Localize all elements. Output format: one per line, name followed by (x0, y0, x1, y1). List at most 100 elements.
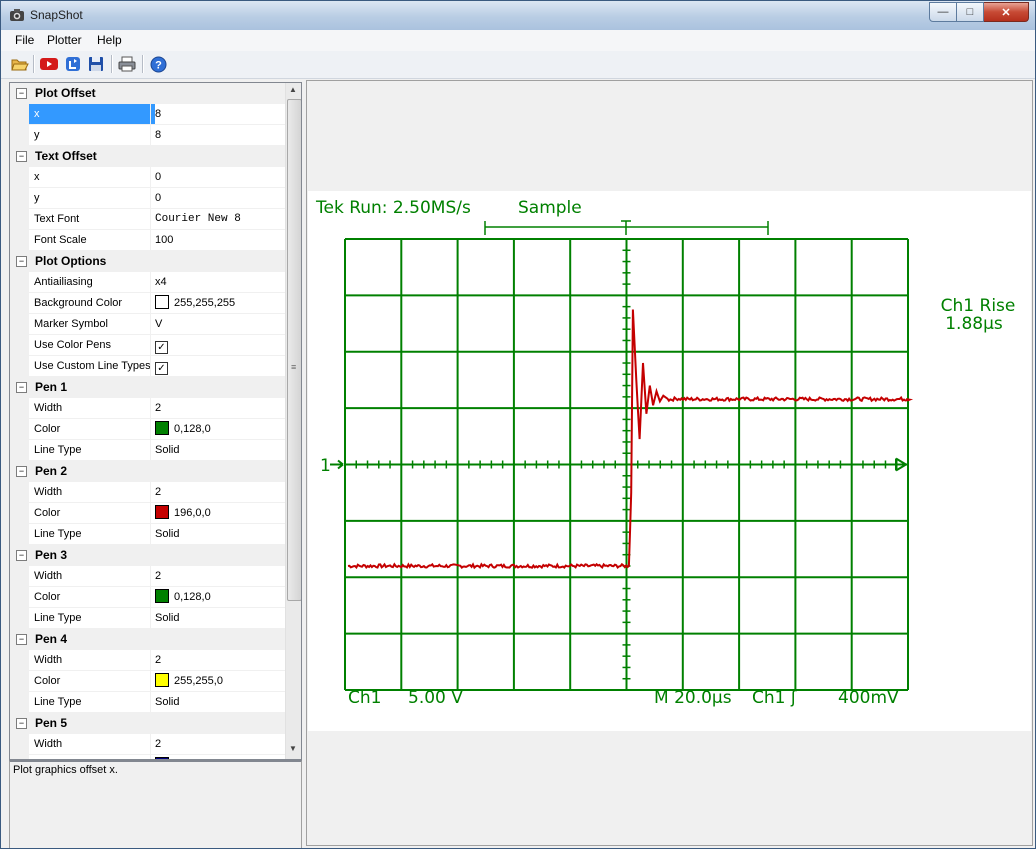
property-row[interactable]: Line Type Solid (10, 608, 285, 629)
open-button[interactable] (11, 55, 29, 73)
property-scrollbar[interactable]: ▲ ≡ ▼ (285, 83, 301, 759)
property-row[interactable]: Width 2 (10, 398, 285, 419)
property-name[interactable]: Width (28, 398, 155, 418)
menu-help[interactable]: Help (97, 33, 122, 47)
property-name[interactable]: y (28, 125, 155, 145)
collapse-icon[interactable]: − (16, 550, 27, 561)
property-row[interactable]: x8 (10, 104, 285, 125)
property-name[interactable]: Color (28, 755, 155, 759)
property-value[interactable]: 100 (150, 230, 285, 250)
property-row[interactable]: Background Color 255,255,255 (10, 293, 285, 314)
property-value[interactable]: x4 (150, 272, 285, 292)
category-row[interactable]: − Text Offset (10, 146, 285, 167)
property-row[interactable]: Width 2 (10, 650, 285, 671)
property-row[interactable]: Width 2 (10, 566, 285, 587)
property-value[interactable]: 2 (150, 734, 285, 754)
property-name[interactable]: Width (28, 482, 155, 502)
collapse-icon[interactable]: − (16, 256, 27, 267)
property-value[interactable]: 2 (150, 650, 285, 670)
property-row[interactable]: Color 0,128,0 (10, 419, 285, 440)
collapse-icon[interactable]: − (16, 466, 27, 477)
category-row[interactable]: − Pen 3 (10, 545, 285, 566)
close-button[interactable]: ✕ (984, 2, 1029, 22)
property-row[interactable]: Use Custom Line Types ✓ (10, 356, 285, 377)
property-row[interactable]: Use Color Pens ✓ (10, 335, 285, 356)
property-value[interactable]: 255,255,255 (150, 293, 285, 313)
help-button[interactable]: ? (149, 55, 167, 73)
property-name[interactable]: Font Scale (28, 230, 155, 250)
property-value[interactable]: 0,128,0 (150, 419, 285, 439)
property-value[interactable]: 0,0,128 (150, 755, 285, 759)
category-row[interactable]: − Pen 4 (10, 629, 285, 650)
category-row[interactable]: − Pen 5 (10, 713, 285, 734)
property-value[interactable]: Solid (150, 692, 285, 712)
property-row[interactable]: Color 196,0,0 (10, 503, 285, 524)
property-value[interactable]: 2 (150, 482, 285, 502)
property-value[interactable]: 0 (150, 188, 285, 208)
property-row[interactable]: Text Font Courier New 8 (10, 209, 285, 230)
property-row[interactable]: Line Type Solid (10, 440, 285, 461)
checkbox[interactable]: ✓ (155, 362, 168, 375)
category-row[interactable]: − Plot Options (10, 251, 285, 272)
property-name[interactable]: Use Color Pens (28, 335, 155, 355)
property-name[interactable]: Use Custom Line Types (28, 356, 155, 376)
property-name[interactable]: Width (28, 734, 155, 754)
property-row[interactable]: Color 255,255,0 (10, 671, 285, 692)
property-name[interactable]: Line Type (28, 608, 155, 628)
property-value[interactable]: Solid (150, 524, 285, 544)
property-name[interactable]: Background Color (28, 293, 155, 313)
property-row[interactable]: Width 2 (10, 482, 285, 503)
property-name[interactable]: Width (28, 650, 155, 670)
property-row[interactable]: Antiailiasing x4 (10, 272, 285, 293)
property-name[interactable]: Color (28, 671, 155, 691)
property-name[interactable]: Color (28, 419, 155, 439)
category-row[interactable]: − Pen 2 (10, 461, 285, 482)
maximize-button[interactable]: □ (957, 2, 984, 22)
property-row[interactable]: Width 2 (10, 734, 285, 755)
menu-plotter[interactable]: Plotter (47, 33, 82, 47)
property-row[interactable]: y0 (10, 188, 285, 209)
property-name[interactable]: Marker Symbol (28, 314, 155, 334)
property-name[interactable]: Line Type (28, 440, 155, 460)
property-name[interactable]: y (28, 188, 155, 208)
youtube-button[interactable] (40, 55, 58, 73)
property-value[interactable]: 8 (150, 125, 285, 145)
property-row[interactable]: Color 0,128,0 (10, 587, 285, 608)
category-row[interactable]: − Plot Offset (10, 83, 285, 104)
property-value[interactable]: 0,128,0 (150, 587, 285, 607)
menu-file[interactable]: File (15, 33, 34, 47)
property-name[interactable]: Color (28, 587, 155, 607)
property-name[interactable]: Line Type (28, 524, 155, 544)
checkbox[interactable]: ✓ (155, 341, 168, 354)
collapse-icon[interactable]: − (16, 151, 27, 162)
property-name[interactable]: Antiailiasing (28, 272, 155, 292)
collapse-icon[interactable]: − (16, 634, 27, 645)
property-name[interactable]: Line Type (28, 692, 155, 712)
property-value[interactable]: ✓ (150, 356, 285, 376)
property-value[interactable]: Solid (150, 608, 285, 628)
property-value[interactable]: 2 (150, 566, 285, 586)
save-button[interactable] (87, 55, 105, 73)
print-button[interactable] (118, 55, 136, 73)
property-value[interactable]: 196,0,0 (150, 503, 285, 523)
scroll-thumb[interactable]: ≡ (287, 99, 301, 601)
property-value[interactable]: 255,255,0 (150, 671, 285, 691)
property-value[interactable]: Solid (150, 440, 285, 460)
minimize-button[interactable]: — (929, 2, 957, 22)
property-row[interactable]: Marker Symbol V (10, 314, 285, 335)
property-name[interactable]: Color (28, 503, 155, 523)
property-row[interactable]: y8 (10, 125, 285, 146)
property-row[interactable]: Line Type Solid (10, 524, 285, 545)
property-value[interactable]: 8 (150, 104, 285, 124)
collapse-icon[interactable]: − (16, 88, 27, 99)
property-value[interactable]: Courier New 8 (150, 209, 285, 229)
property-value[interactable]: 2 (150, 398, 285, 418)
property-name[interactable]: Width (28, 566, 155, 586)
collapse-icon[interactable]: − (16, 382, 27, 393)
title-bar[interactable]: SnapShot — □ ✕ (1, 1, 1035, 30)
property-value[interactable]: V (150, 314, 285, 334)
collapse-icon[interactable]: − (16, 718, 27, 729)
property-row[interactable]: Font Scale 100 (10, 230, 285, 251)
category-row[interactable]: − Pen 1 (10, 377, 285, 398)
panel-splitter[interactable] (302, 79, 305, 848)
